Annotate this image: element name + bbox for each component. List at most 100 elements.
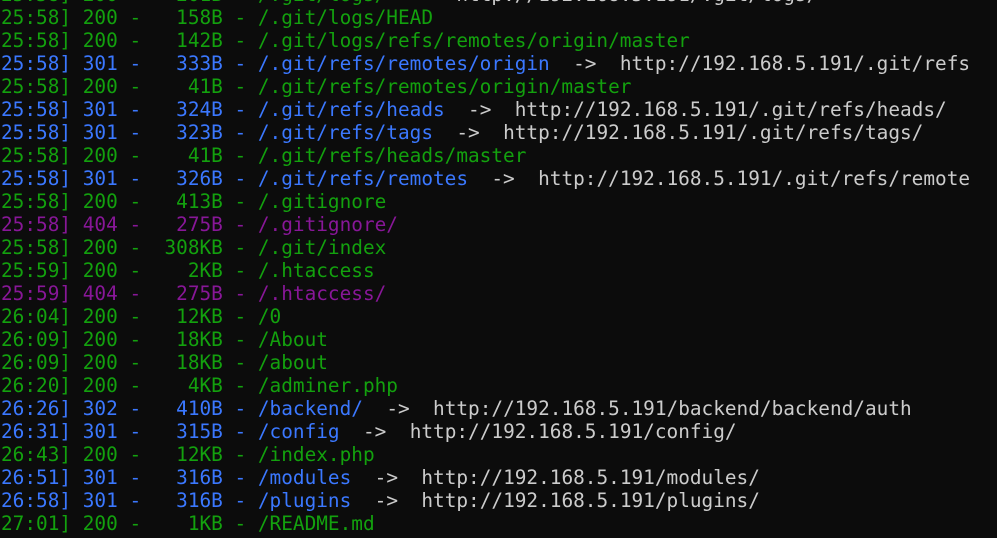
redirect-arrow: -> <box>386 397 410 420</box>
request-path: /.git/logs/refs/remotes/origin/master <box>257 29 690 52</box>
redirect-target: http://192.168.5.191/.git/refs/heads/ <box>514 98 947 121</box>
status-code: 200 <box>82 259 118 282</box>
response-size: 323B <box>152 121 223 144</box>
request-path: /.git/refs/heads <box>257 98 445 121</box>
status-code: 200 <box>82 351 118 374</box>
redirect-arrow: -> <box>374 466 398 489</box>
response-size: 142B <box>152 29 223 52</box>
output-line: 25:58] 200 - 308KB - /.git/index <box>1 236 387 259</box>
redirect-arrow: -> <box>374 489 398 512</box>
output-line: 27:01] 200 - 1KB - /README.md <box>1 512 375 535</box>
response-size: 308KB <box>152 236 223 259</box>
request-path: /.htaccess/ <box>257 282 387 305</box>
output-line: 26:31] 301 - 315B - /config -> http://19… <box>1 420 737 443</box>
redirect-arrow: -> <box>573 52 597 75</box>
output-line: 26:43] 200 - 12KB - /index.php <box>1 443 375 466</box>
response-size: 316B <box>152 466 223 489</box>
response-size: 2KB <box>152 259 223 282</box>
status-code: 200 <box>82 305 118 328</box>
status-code: 200 <box>82 190 118 213</box>
request-path: /plugins <box>257 489 352 512</box>
output-line: 26:09] 200 - 18KB - /About <box>1 328 328 351</box>
status-code: 200 <box>82 374 118 397</box>
request-path: /.gitignore <box>257 190 387 213</box>
redirect-arrow: -> <box>456 121 480 144</box>
redirect-arrow: -> <box>362 420 387 443</box>
response-size: 324B <box>152 98 223 121</box>
status-code: 301 <box>82 98 118 121</box>
redirect-target: http://192.168.5.191/backend/backend/aut… <box>433 397 912 420</box>
redirect-target: http://192.168.5.191/plugins/ <box>421 489 760 512</box>
line-time: 25:58] <box>1 144 72 167</box>
status-code: 200 <box>82 144 118 167</box>
status-code: 301 <box>82 466 118 489</box>
status-code: 200 <box>82 29 118 52</box>
redirect-target: http://192.168.5.191/.git/refs/tags/ <box>503 121 924 144</box>
line-time: 26:09] <box>1 351 72 374</box>
response-size: 158B <box>152 6 223 29</box>
response-size: 413B <box>152 190 223 213</box>
response-size: 1KB <box>152 512 223 535</box>
status-code: 301 <box>82 52 118 75</box>
output-line: 25:58] 200 - 413B - /.gitignore <box>1 190 387 213</box>
line-time: 25:58] <box>1 6 72 29</box>
output-line: 25:58] 200 - 41B - /.git/refs/remotes/or… <box>1 75 632 98</box>
status-code: 200 <box>82 328 118 351</box>
response-size: 333B <box>152 52 223 75</box>
request-path: /README.md <box>257 512 375 535</box>
output-line: 25:59] 200 - 2KB - /.htaccess <box>1 259 375 282</box>
redirect-target: http://192.168.5.191/.git/refs/remote <box>538 167 971 190</box>
redirect-arrow: -> <box>491 167 515 190</box>
output-line: 25:58] 301 - 323B - /.git/refs/tags -> h… <box>1 121 924 144</box>
response-size: 18KB <box>152 351 223 374</box>
request-path: /.git/refs/tags <box>257 121 433 144</box>
request-path: /adminer.php <box>257 374 398 397</box>
request-path: /.git/refs/remotes/origin/master <box>257 75 632 98</box>
response-size: 41B <box>152 144 223 167</box>
request-path: /0 <box>257 305 282 328</box>
response-size: 315B <box>152 420 223 443</box>
request-path: /.htaccess <box>257 259 375 282</box>
request-path: /.git/logs/HEAD <box>257 6 433 29</box>
status-code: 404 <box>82 282 118 305</box>
line-time: 26:26] <box>1 397 72 420</box>
line-time: 25:58] <box>1 121 72 144</box>
status-code: 200 <box>82 236 118 259</box>
redirect-target: http://192.168.5.191/config/ <box>409 420 737 443</box>
scan-output: 25:58] 200 - 201B - /.git/logs/ -> http:… <box>1 0 970 535</box>
output-line: 25:58] 404 - 275B - /.gitignore/ <box>1 213 398 236</box>
output-line: 25:59] 404 - 275B - /.htaccess/ <box>1 282 387 305</box>
terminal-window[interactable]: 25:58] 200 - 201B - /.git/logs/ -> http:… <box>0 0 997 538</box>
request-path: /.git/refs/remotes <box>257 167 469 190</box>
line-time: 26:51] <box>1 466 72 489</box>
line-time: 26:09] <box>1 328 72 351</box>
line-time: 25:58] <box>1 213 72 236</box>
line-time: 25:59] <box>1 259 72 282</box>
line-time: 25:59] <box>1 282 72 305</box>
request-path: /.git/refs/remotes/origin <box>257 52 550 75</box>
output-line: 26:26] 302 - 410B - /backend/ -> http://… <box>1 397 912 420</box>
request-path: /config <box>257 420 340 443</box>
response-size: 275B <box>152 282 223 305</box>
request-path: /.git/index <box>257 236 387 259</box>
response-size: 4KB <box>152 374 223 397</box>
request-path: /.git/refs/heads/master <box>257 144 527 167</box>
line-time: 26:04] <box>1 305 72 328</box>
output-line: 25:58] 301 - 326B - /.git/refs/remotes -… <box>1 167 971 190</box>
status-code: 302 <box>82 397 118 420</box>
line-time: 26:31] <box>1 420 72 443</box>
output-line: 25:58] 200 - 158B - /.git/logs/HEAD <box>1 6 433 29</box>
status-code: 404 <box>82 213 118 236</box>
line-time: 25:58] <box>1 190 72 213</box>
status-code: 301 <box>82 121 118 144</box>
response-size: 326B <box>152 167 223 190</box>
response-size: 41B <box>152 75 223 98</box>
response-size: 410B <box>152 397 223 420</box>
status-code: 200 <box>82 443 118 466</box>
response-size: 275B <box>152 213 223 236</box>
output-line: 26:58] 301 - 316B - /plugins -> http://1… <box>1 489 760 512</box>
request-path: /.gitignore/ <box>257 213 398 236</box>
redirect-target: http://192.168.5.191/.git/logs/ <box>456 0 818 6</box>
line-time: 27:01] <box>1 512 72 535</box>
output-line: 25:58] 301 - 324B - /.git/refs/heads -> … <box>1 98 947 121</box>
